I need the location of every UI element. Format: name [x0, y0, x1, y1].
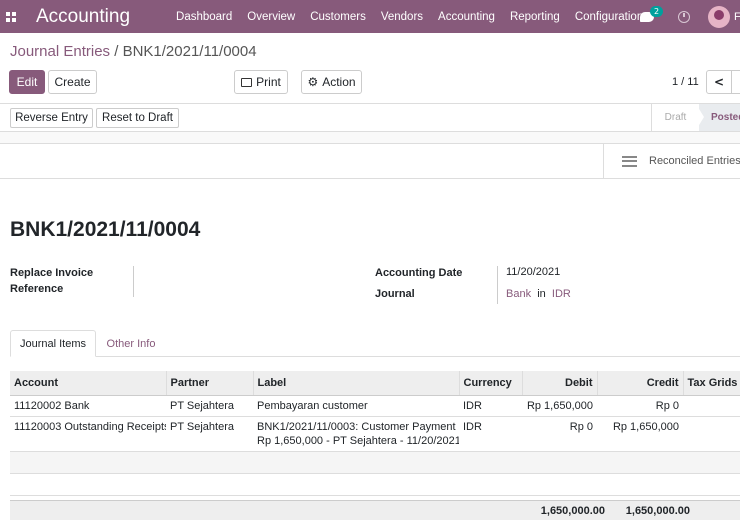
chat-badge: 2: [650, 5, 664, 17]
replace-invoice-label: Replace Invoice: [10, 267, 94, 279]
field-divider: [497, 266, 498, 304]
cell-credit: Rp 0: [597, 395, 683, 417]
create-button[interactable]: Create: [48, 70, 97, 94]
main-menu: Dashboard Overview Customers Vendors Acc…: [176, 11, 658, 23]
stage-draft: Draft: [651, 104, 699, 131]
stage-posted: Posted: [699, 104, 740, 131]
smart-button-bar: Reconciled Entries: [0, 144, 740, 179]
stage-draft-label: Draft: [664, 112, 687, 123]
pager-previous-button[interactable]: <: [706, 70, 732, 94]
print-button-label: Print: [256, 75, 281, 89]
breadcrumb-separator: /: [114, 43, 119, 60]
reconciled-entries-button[interactable]: Reconciled Entries: [603, 144, 740, 178]
tab-journal-items[interactable]: Journal Items: [10, 330, 96, 357]
column-account[interactable]: Account: [10, 371, 167, 396]
cell-tax-grids: [683, 395, 740, 417]
reconciled-entries-label: Reconciled Entries: [649, 155, 740, 167]
cell-account: 11120003 Outstanding Receipts: [10, 416, 166, 452]
avatar[interactable]: [708, 5, 730, 28]
print-icon: [241, 77, 253, 87]
menu-overview[interactable]: Overview: [247, 11, 295, 23]
column-credit[interactable]: Credit: [597, 371, 684, 396]
chat-icon[interactable]: 2: [640, 5, 664, 22]
cell-label: BNK1/2021/11/0003: Customer Payment Rp 1…: [253, 416, 459, 452]
empty-row: [10, 451, 740, 474]
menu-configuration[interactable]: Configuration: [575, 11, 643, 23]
user-name[interactable]: F: [734, 11, 740, 23]
action-button[interactable]: ⚙ Action: [301, 70, 362, 94]
reverse-entry-label: Reverse Entry: [15, 112, 88, 124]
journal-link[interactable]: Bank: [506, 288, 531, 300]
chevron-left-icon: <: [713, 75, 725, 89]
cell-label: Pembayaran customer: [253, 395, 459, 417]
table-row[interactable]: 11120003 Outstanding Receipts PT Sejahte…: [10, 416, 740, 452]
cell-partner: PT Sejahtera: [166, 416, 253, 452]
tab-other-info-label: Other Info: [106, 337, 156, 350]
menu-reporting[interactable]: Reporting: [510, 11, 560, 23]
reset-to-draft-label: Reset to Draft: [102, 112, 173, 124]
cell-tax-grids: [683, 416, 740, 452]
breadcrumb-current: BNK1/2021/11/0004: [122, 43, 257, 60]
accounting-date-label: Accounting Date: [375, 267, 463, 279]
status-bar: Reverse Entry Reset to Draft Draft Poste…: [0, 103, 740, 132]
column-label[interactable]: Label: [253, 371, 460, 396]
record-title: BNK1/2021/11/0004: [10, 218, 201, 241]
gear-icon: ⚙: [307, 75, 319, 89]
menu-customers[interactable]: Customers: [310, 11, 366, 23]
empty-row: [10, 473, 740, 496]
column-currency[interactable]: Currency: [459, 371, 523, 396]
table-row[interactable]: 11120002 Bank PT Sejahtera Pembayaran cu…: [10, 395, 740, 417]
reference-label: Reference: [10, 283, 64, 295]
stage-separator: [696, 104, 704, 130]
cell-label-line-1: BNK1/2021/11/0003: Customer Payment: [257, 420, 456, 433]
stage-posted-label: Posted: [711, 112, 740, 123]
menu-vendors[interactable]: Vendors: [381, 11, 423, 23]
sheet-top-spacer: [0, 132, 740, 144]
systray: 2 F: [640, 0, 740, 33]
cell-label-line-2: Rp 1,650,000 - PT Sejahtera - 11/20/2021: [257, 434, 459, 447]
top-navbar: Accounting Dashboard Overview Customers …: [0, 0, 740, 33]
currency-link[interactable]: IDR: [552, 288, 571, 300]
bars-icon: [622, 155, 637, 167]
edit-button[interactable]: Edit: [9, 70, 45, 94]
pager-value[interactable]: 1 / 11: [672, 76, 699, 88]
breadcrumb: Journal Entries / BNK1/2021/11/0004: [10, 43, 257, 60]
cell-debit: Rp 1,650,000: [522, 395, 597, 417]
apps-icon[interactable]: [6, 11, 16, 22]
reverse-entry-button[interactable]: Reverse Entry: [10, 108, 93, 128]
journal-items-table: Account Partner Label Currency Debit Cre…: [10, 371, 740, 496]
table-header-row: Account Partner Label Currency Debit Cre…: [10, 371, 740, 396]
action-button-label: Action: [322, 75, 356, 89]
print-button[interactable]: Print: [234, 70, 288, 94]
cell-currency: IDR: [459, 395, 522, 417]
tab-other-info[interactable]: Other Info: [96, 330, 166, 357]
menu-accounting[interactable]: Accounting: [438, 11, 495, 23]
pager-next-button[interactable]: [731, 70, 740, 94]
cell-credit: Rp 1,650,000: [597, 416, 683, 452]
create-button-label: Create: [54, 75, 91, 89]
totals-row: 1,650,000.00 1,650,000.00: [10, 500, 740, 520]
edit-button-label: Edit: [16, 75, 38, 89]
cell-debit: Rp 0: [522, 416, 597, 452]
tab-journal-items-label: Journal Items: [19, 337, 87, 350]
total-credit: 1,650,000.00: [625, 505, 690, 517]
total-debit: 1,650,000.00: [540, 505, 605, 517]
reset-to-draft-button[interactable]: Reset to Draft: [96, 108, 179, 128]
menu-dashboard[interactable]: Dashboard: [176, 11, 232, 23]
reference-field[interactable]: [133, 266, 134, 297]
journal-value: Bank in IDR: [506, 288, 571, 300]
column-debit[interactable]: Debit: [522, 371, 598, 396]
journal-label: Journal: [375, 288, 415, 300]
app-name[interactable]: Accounting: [36, 6, 130, 28]
column-partner[interactable]: Partner: [166, 371, 254, 396]
cell-currency: IDR: [459, 416, 522, 452]
cell-partner: PT Sejahtera: [166, 395, 253, 417]
cell-account: 11120002 Bank: [10, 395, 166, 417]
column-tax-grids[interactable]: Tax Grids: [683, 371, 740, 396]
breadcrumb-parent[interactable]: Journal Entries: [10, 43, 110, 60]
clock-icon[interactable]: [678, 10, 690, 23]
accounting-date-value[interactable]: 11/20/2021: [506, 266, 560, 278]
journal-in-text: in: [537, 288, 546, 300]
